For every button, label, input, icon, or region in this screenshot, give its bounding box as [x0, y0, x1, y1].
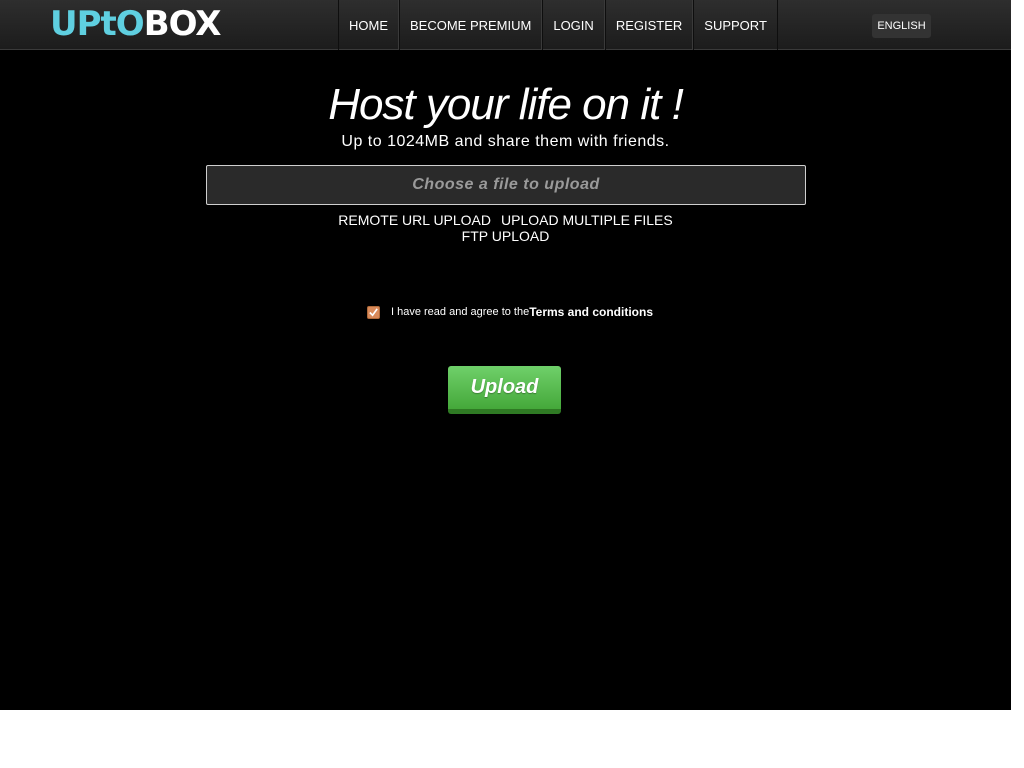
terms-link[interactable]: Terms and conditions — [529, 305, 653, 319]
terms-checkbox[interactable] — [367, 305, 380, 319]
site-logo[interactable]: UPtO BOX — [50, 4, 222, 44]
upload-multiple-files-link[interactable]: UPLOAD MULTIPLE FILES — [501, 212, 673, 228]
nav-login[interactable]: LOGIN — [542, 0, 605, 50]
nav-register[interactable]: REGISTER — [604, 0, 694, 50]
hero-subtitle: Up to 1024MB and share them with friends… — [341, 133, 670, 150]
nav-home[interactable]: HOME — [338, 0, 399, 50]
upload-button[interactable]: Upload — [448, 366, 561, 414]
logo-part-upto: UPtO — [50, 4, 145, 44]
header-bar: UPtO BOX HOME BECOME PREMIUM LOGIN REGIST… — [0, 0, 1011, 50]
hero-title: Host your life on it ! — [328, 80, 684, 129]
terms-label: I have read and agree to the — [391, 306, 530, 318]
nav-support[interactable]: SUPPORT — [693, 0, 778, 50]
upload-options: REMOTE URL UPLOAD UPLOAD MULTIPLE FILES F… — [0, 212, 1011, 244]
terms-row: I have read and agree to the Terms and co… — [367, 304, 653, 320]
logo-part-box: BOX — [143, 4, 222, 44]
choose-file-button[interactable]: Choose a file to upload — [206, 165, 806, 205]
nav-become-premium[interactable]: BECOME PREMIUM — [399, 0, 543, 50]
page: UPtO BOX HOME BECOME PREMIUM LOGIN REGIST… — [0, 0, 1011, 710]
checkmark-icon — [369, 307, 378, 317]
remote-url-upload-link[interactable]: REMOTE URL UPLOAD — [338, 212, 491, 228]
ftp-upload-link[interactable]: FTP UPLOAD — [462, 228, 550, 244]
language-button[interactable]: ENGLISH — [872, 14, 931, 38]
main-nav: HOME BECOME PREMIUM LOGIN REGISTER SUPPO… — [338, 0, 778, 50]
